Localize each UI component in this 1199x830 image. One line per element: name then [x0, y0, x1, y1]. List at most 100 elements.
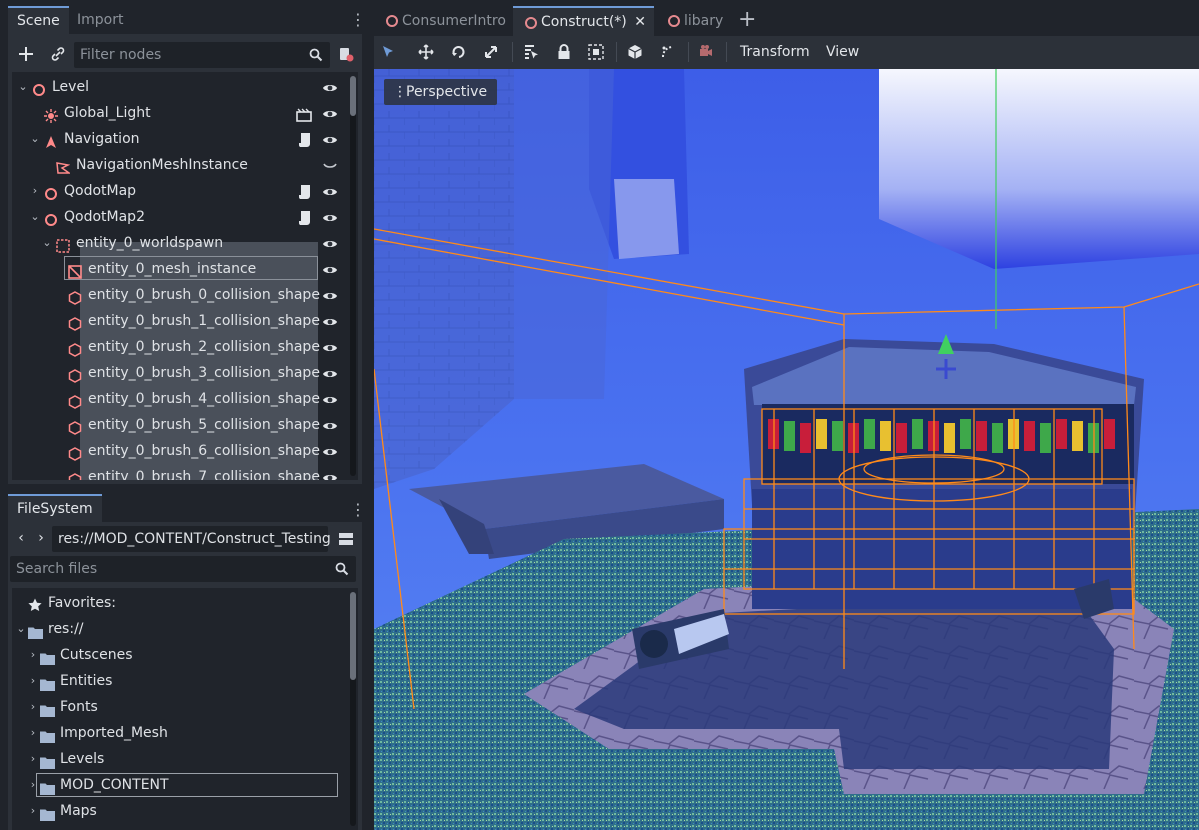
select-icon[interactable] — [376, 40, 400, 64]
list-select-icon[interactable] — [519, 40, 543, 64]
eye-icon[interactable] — [322, 235, 338, 251]
scene-node-row[interactable]: Global_Light — [12, 100, 358, 126]
eye-icon[interactable] — [322, 287, 338, 303]
tab-construct[interactable]: Construct(*) ✕ — [513, 6, 654, 36]
folder-row[interactable]: › Fonts — [12, 694, 358, 720]
scene-scrollbar-thumb[interactable] — [350, 76, 356, 116]
instance-scene-icon[interactable] — [46, 42, 70, 66]
chevron-down-icon[interactable]: ⌄ — [42, 230, 52, 256]
scene-node-row[interactable]: entity_0_brush_2_collision_shape — [12, 334, 358, 360]
scene-node-row[interactable]: entity_0_brush_0_collision_shape — [12, 282, 358, 308]
eye-icon[interactable] — [322, 131, 338, 147]
folder-row[interactable]: › Maps — [12, 798, 358, 824]
camera-override-icon[interactable] — [694, 40, 718, 64]
path-field[interactable]: res://MOD_CONTENT/Construct_Testing — [52, 526, 331, 552]
scene-dock-menu-icon[interactable]: ⋮ — [350, 12, 366, 28]
node3d-icon — [44, 184, 58, 200]
script-icon[interactable] — [298, 209, 312, 225]
eye-icon[interactable] — [322, 365, 338, 381]
local-space-icon[interactable] — [623, 40, 647, 64]
scene-node-row[interactable]: ⌄ Navigation — [12, 126, 358, 152]
eye-icon[interactable] — [322, 443, 338, 459]
rotate-icon[interactable] — [447, 40, 471, 64]
add-node-icon[interactable] — [14, 42, 38, 66]
chevron-down-icon[interactable]: ⌄ — [18, 74, 28, 100]
chevron-right-icon[interactable]: › — [28, 772, 38, 798]
forward-arrow-icon[interactable]: › — [34, 526, 48, 550]
filter-nodes-input[interactable]: Filter nodes — [74, 42, 330, 68]
eye-icon[interactable] — [322, 79, 338, 95]
res-root-row[interactable]: ⌄ res:// — [12, 616, 358, 642]
snap-icon[interactable] — [656, 40, 680, 64]
tab-scene[interactable]: Scene — [8, 6, 69, 34]
tab-consumerintro[interactable]: ConsumerIntro — [374, 6, 511, 36]
tab-filesystem[interactable]: FileSystem — [8, 494, 102, 522]
folder-row[interactable]: › MOD_CONTENT — [12, 772, 358, 798]
eye-icon[interactable] — [322, 469, 338, 480]
eye-icon[interactable] — [322, 261, 338, 277]
tab-libary[interactable]: libary — [656, 6, 728, 36]
favorites-row[interactable]: Favorites: — [12, 590, 358, 616]
split-view-icon[interactable] — [334, 527, 358, 551]
back-arrow-icon[interactable]: ‹ — [14, 526, 28, 550]
chevron-down-icon[interactable]: ⌄ — [16, 616, 26, 642]
eye-icon[interactable] — [322, 209, 338, 225]
folder-row[interactable]: › Cutscenes — [12, 642, 358, 668]
scene-node-row[interactable]: entity_0_mesh_instance — [12, 256, 358, 282]
tab-import[interactable]: Import — [68, 6, 132, 34]
film-icon[interactable] — [296, 105, 312, 122]
eye-icon[interactable] — [322, 183, 338, 199]
chevron-right-icon[interactable]: › — [28, 668, 38, 694]
scale-icon[interactable] — [479, 40, 503, 64]
script-icon[interactable] — [298, 131, 312, 147]
chevron-right-icon[interactable]: › — [30, 178, 40, 204]
scene-node-row[interactable]: entity_0_brush_1_collision_shape — [12, 308, 358, 334]
folder-row[interactable]: › Entities — [12, 668, 358, 694]
search-files-input[interactable]: Search files — [10, 556, 356, 582]
scene-node-row[interactable]: ⌄ entity_0_worldspawn — [12, 230, 358, 256]
eye-icon[interactable] — [322, 105, 338, 121]
script-icon[interactable] — [298, 183, 312, 199]
scene-node-row[interactable]: NavigationMeshInstance — [12, 152, 358, 178]
group-icon[interactable] — [584, 40, 608, 64]
scene-node-row[interactable]: entity_0_brush_5_collision_shape — [12, 412, 358, 438]
eye-closed-icon[interactable] — [322, 157, 338, 173]
move-icon[interactable] — [414, 40, 438, 64]
scene-node-row[interactable]: entity_0_brush_7_collision_shape — [12, 464, 358, 480]
transform-menu[interactable]: Transform — [740, 36, 810, 69]
scene-panel: Filter nodes ⌄ Level Global_Light ⌄ Navigati… — [8, 34, 362, 484]
scene-node-row[interactable]: entity_0_brush_3_collision_shape — [12, 360, 358, 386]
chevron-right-icon[interactable]: › — [28, 694, 38, 720]
chevron-right-icon[interactable]: › — [28, 798, 38, 824]
chevron-down-icon[interactable]: ⌄ — [30, 126, 40, 152]
eye-icon[interactable] — [322, 313, 338, 329]
folder-row[interactable]: › Imported_Mesh — [12, 720, 358, 746]
star-icon — [28, 595, 42, 611]
scene-node-row[interactable]: ⌄ QodotMap2 — [12, 204, 358, 230]
folder-row[interactable]: › Levels — [12, 746, 358, 772]
attach-script-icon[interactable] — [334, 42, 358, 66]
file-scrollbar-thumb[interactable] — [350, 592, 356, 680]
lock-icon[interactable] — [552, 40, 576, 64]
eye-icon[interactable] — [322, 391, 338, 407]
view-menu[interactable]: View — [826, 36, 859, 69]
scene-node-label: entity_0_brush_7_collision_shape — [88, 469, 320, 480]
close-icon[interactable]: ✕ — [634, 8, 646, 36]
eye-icon[interactable] — [322, 339, 338, 355]
scene-node-row[interactable]: entity_0_brush_4_collision_shape — [12, 386, 358, 412]
filesystem-dock-menu-icon[interactable]: ⋮ — [350, 502, 366, 518]
search-icon — [309, 42, 323, 71]
scene-node-row[interactable]: › QodotMap — [12, 178, 358, 204]
eye-icon[interactable] — [322, 417, 338, 433]
scene-node-row[interactable]: entity_0_brush_6_collision_shape — [12, 438, 358, 464]
chevron-down-icon[interactable]: ⌄ — [30, 204, 40, 230]
chevron-right-icon[interactable]: › — [28, 720, 38, 746]
scene-node-row[interactable]: ⌄ Level — [12, 74, 358, 100]
chevron-right-icon[interactable]: › — [28, 746, 38, 772]
chevron-right-icon[interactable]: › — [28, 642, 38, 668]
file-scrollbar[interactable] — [350, 592, 356, 826]
3d-viewport[interactable]: ⋮ Perspective — [374, 69, 1199, 830]
scene-scrollbar[interactable] — [350, 76, 356, 476]
perspective-button[interactable]: ⋮ Perspective — [384, 79, 498, 105]
add-tab-icon[interactable]: + — [738, 8, 756, 32]
